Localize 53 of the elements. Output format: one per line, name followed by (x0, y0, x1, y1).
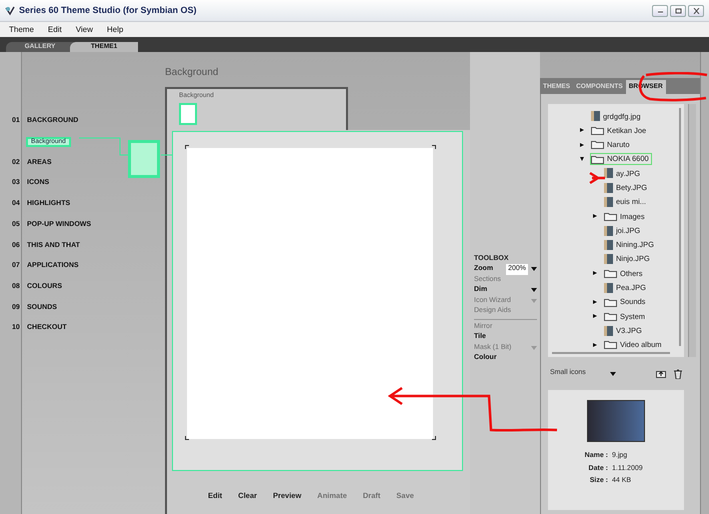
image-thumbnail (604, 326, 613, 336)
collapsed-triangle-icon[interactable] (593, 342, 597, 347)
maximize-button[interactable] (670, 4, 686, 16)
image-thumbnail (604, 226, 613, 236)
maximize-icon (674, 8, 682, 14)
caret-icon (531, 346, 537, 350)
collapsed-triangle-icon[interactable] (593, 314, 597, 318)
window-title: Series 60 Theme Studio (for Symbian OS) (19, 4, 197, 17)
collapsed-triangle-icon[interactable] (580, 142, 584, 147)
crop-mark (432, 436, 436, 440)
app-icon (5, 6, 15, 16)
image-thumbnail (604, 254, 613, 264)
arrow-drawing (588, 171, 606, 185)
collapsed-triangle-icon[interactable] (580, 128, 584, 132)
folder-icon (591, 140, 604, 150)
folder-icon (604, 268, 617, 278)
caret-icon (531, 267, 537, 272)
image-thumbnail (604, 282, 613, 293)
crop-mark (432, 145, 436, 149)
trash-icon[interactable] (674, 368, 682, 378)
menu-item[interactable]: View (76, 24, 93, 36)
menu-item[interactable]: Edit (48, 24, 62, 36)
folder-icon (591, 154, 604, 164)
horizontal-scrollbar[interactable] (552, 352, 670, 354)
view-mode-dropdown[interactable] (610, 372, 616, 376)
image-thumbnail (604, 182, 613, 193)
image-thumbnail (591, 111, 600, 122)
crop-mark (185, 436, 189, 440)
upload-icon[interactable] (656, 369, 666, 378)
element-preview (128, 140, 160, 178)
caret-icon (610, 372, 616, 376)
photo-placeholder (587, 400, 645, 442)
collapsed-triangle-icon[interactable] (593, 300, 597, 304)
image-thumbnail (604, 168, 613, 178)
editor-title: Background (165, 66, 220, 80)
close-button[interactable] (688, 4, 704, 16)
folder-icon (604, 340, 617, 350)
folder-icon (604, 312, 617, 321)
minimize-button[interactable] (652, 4, 668, 16)
image-thumbnail (604, 196, 613, 207)
folder-icon (591, 126, 604, 135)
folder-icon (604, 298, 617, 306)
element-thumbnail (179, 102, 197, 125)
vertical-scrollbar[interactable] (679, 108, 681, 346)
menu-item[interactable]: Theme (9, 24, 34, 36)
close-icon (692, 8, 700, 14)
collapsed-triangle-icon[interactable] (593, 271, 597, 276)
expanded-triangle-icon[interactable] (580, 157, 584, 162)
image-thumbnail (604, 240, 613, 250)
crop-mark (185, 145, 189, 149)
collapsed-triangle-icon[interactable] (593, 214, 597, 218)
folder-icon (604, 212, 617, 221)
menu-item[interactable]: Help (106, 24, 124, 36)
